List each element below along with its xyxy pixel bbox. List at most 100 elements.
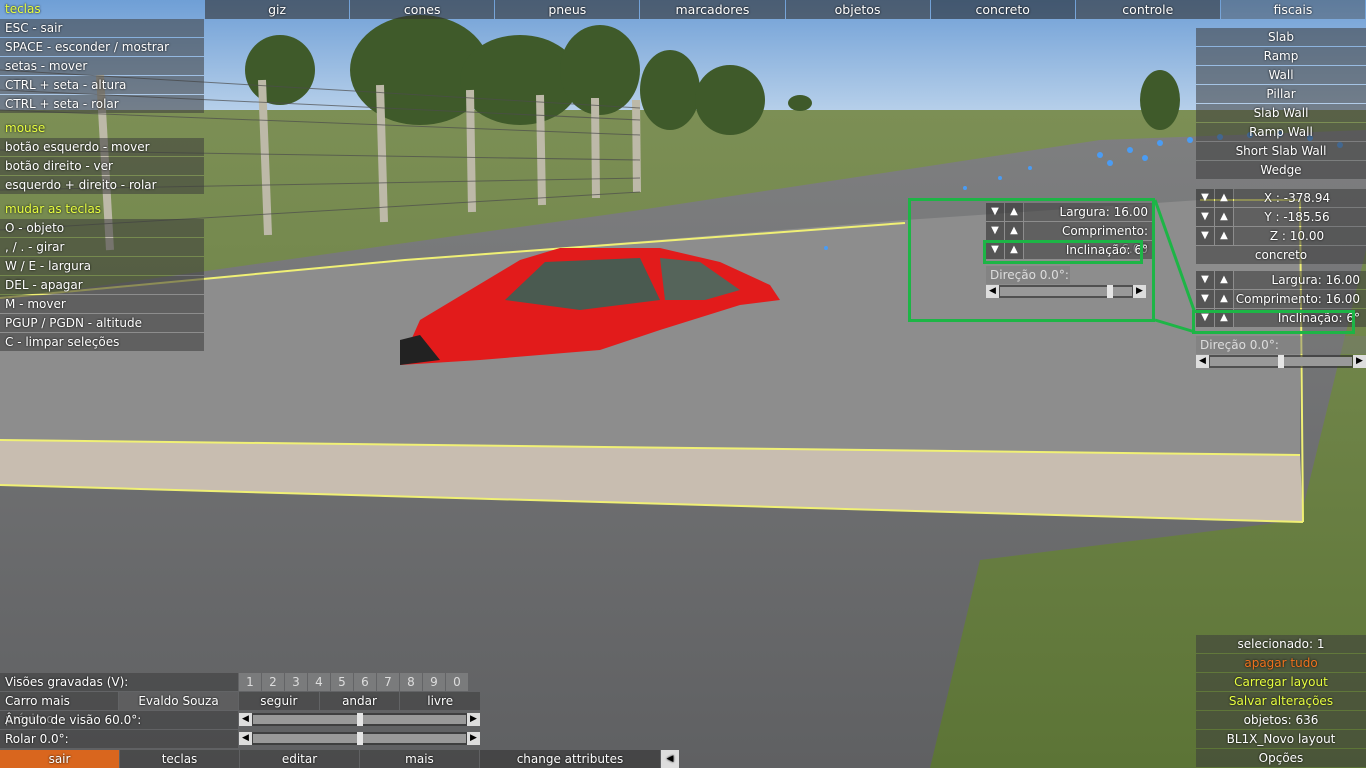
tab-controle[interactable]: controle (1075, 0, 1220, 19)
selected-count: selecionado: 1 (1196, 635, 1366, 653)
direction-label: Direção 0.0°: (1196, 336, 1366, 354)
view-3-button[interactable]: 3 (285, 673, 307, 691)
type-slab-button[interactable]: Slab (1196, 28, 1366, 46)
view-8-button[interactable]: 8 (400, 673, 422, 691)
camera-panel: Visões gravadas (V): 1 2 3 4 5 6 7 8 9 0… (0, 673, 481, 749)
view-9-button[interactable]: 9 (423, 673, 445, 691)
type-wall-button[interactable]: Wall (1196, 66, 1366, 84)
change-hint: M - mover (0, 295, 204, 313)
view-0-button[interactable]: 0 (446, 673, 468, 691)
tab-cones[interactable]: cones (350, 0, 495, 19)
change-hint: C - limpar seleções (0, 333, 204, 351)
tab-objetos[interactable]: objetos (785, 0, 930, 19)
mouse-hint: botão esquerdo - mover (0, 138, 204, 156)
length-down-arrow[interactable]: ▼ (1196, 290, 1214, 308)
save-changes-button[interactable]: Salvar alterações (1196, 692, 1366, 710)
view-7-button[interactable]: 7 (377, 673, 399, 691)
delete-all-button[interactable]: apagar tudo (1196, 654, 1366, 672)
view-angle-label: Ângulo de visão 60.0°: (0, 711, 238, 729)
walk-button[interactable]: andar (319, 692, 400, 710)
type-short-slab-wall-button[interactable]: Short Slab Wall (1196, 142, 1366, 160)
highlight-incline-row (1192, 310, 1355, 334)
mouse-title: mouse (5, 121, 46, 135)
key-hint: SPACE - esconder / mostrar (0, 38, 204, 56)
roll-left-arrow[interactable]: ◀ (239, 732, 252, 745)
tab-marcadores[interactable]: marcadores (640, 0, 785, 19)
layout-panel: selecionado: 1 apagar tudo Carregar layo… (1196, 635, 1366, 768)
keys-button[interactable]: teclas (120, 750, 239, 768)
highlight-incline-inset (983, 240, 1143, 264)
type-ramp-wall-button[interactable]: Ramp Wall (1196, 123, 1366, 141)
slider-right-arrow[interactable]: ▶ (1353, 355, 1366, 368)
x-up-arrow[interactable]: ▲ (1215, 189, 1233, 207)
keys-panel: teclas ESC - sair SPACE - esconder / mos… (0, 0, 204, 352)
more-button[interactable]: mais (360, 750, 479, 768)
roll-right-arrow[interactable]: ▶ (467, 732, 480, 745)
key-hint: setas - mover (0, 57, 204, 75)
load-layout-button[interactable]: Carregar layout (1196, 673, 1366, 691)
exit-button[interactable]: sair (0, 750, 119, 768)
view-angle-left-arrow[interactable]: ◀ (239, 713, 252, 726)
change-hint: O - objeto (0, 219, 204, 237)
driver-name[interactable]: Evaldo Souza (119, 692, 238, 710)
edit-button[interactable]: editar (240, 750, 359, 768)
keys-title: teclas (5, 2, 41, 16)
z-coord: Z : 10.00 (1234, 227, 1366, 245)
z-up-arrow[interactable]: ▲ (1215, 227, 1233, 245)
tab-pneus[interactable]: pneus (495, 0, 640, 19)
slider-left-arrow[interactable]: ◀ (1196, 355, 1209, 368)
y-coord: Y : -185.56 (1234, 208, 1366, 226)
type-pillar-button[interactable]: Pillar (1196, 85, 1366, 103)
view-6-button[interactable]: 6 (354, 673, 376, 691)
width-value: Largura: 16.00 (1234, 271, 1366, 289)
change-hint: W / E - largura (0, 257, 204, 275)
y-down-arrow[interactable]: ▼ (1196, 208, 1214, 226)
view-angle-right-arrow[interactable]: ▶ (467, 713, 480, 726)
layout-name[interactable]: BL1X_Novo layout (1196, 730, 1366, 748)
concrete-type-list: Slab Ramp Wall Pillar Slab Wall Ramp Wal… (1196, 28, 1366, 180)
view-angle-slider[interactable]: ◀ ▶ (239, 713, 480, 726)
options-button[interactable]: Opções (1196, 749, 1366, 767)
nearest-car-label: Carro mais próximo: (0, 692, 118, 726)
key-hint: ESC - sair (0, 19, 204, 37)
z-down-arrow[interactable]: ▼ (1196, 227, 1214, 245)
roll-slider[interactable]: ◀ ▶ (239, 732, 480, 745)
length-up-arrow[interactable]: ▲ (1215, 290, 1233, 308)
x-coord: X : -378.94 (1234, 189, 1366, 207)
saved-views-label: Visões gravadas (V): (0, 673, 238, 691)
material-label[interactable]: concreto (1196, 246, 1366, 264)
tab-giz[interactable]: giz (205, 0, 350, 19)
width-up-arrow[interactable]: ▲ (1215, 271, 1233, 289)
game-scene[interactable] (0, 0, 1366, 768)
roll-thumb[interactable] (356, 732, 363, 745)
mouse-hint: botão direito - ver (0, 157, 204, 175)
view-4-button[interactable]: 4 (308, 673, 330, 691)
y-up-arrow[interactable]: ▲ (1215, 208, 1233, 226)
top-tab-bar: giz cones pneus marcadores objetos concr… (205, 0, 1366, 19)
tab-concreto[interactable]: concreto (930, 0, 1075, 19)
free-button[interactable]: livre (400, 692, 481, 710)
view-1-button[interactable]: 1 (239, 673, 261, 691)
x-down-arrow[interactable]: ▼ (1196, 189, 1214, 207)
change-attributes-button[interactable]: change attributes (480, 750, 660, 768)
change-hint: DEL - apagar (0, 276, 204, 294)
tab-fiscais[interactable]: fiscais (1220, 0, 1365, 19)
key-hint: CTRL + seta - altura (0, 76, 204, 94)
object-properties-panel: ▼ ▲ X : -378.94 ▼ ▲ Y : -185.56 ▼ ▲ Z : 10.00 … (1196, 189, 1366, 368)
length-value: Comprimento: 16.00 (1234, 290, 1366, 308)
width-down-arrow[interactable]: ▼ (1196, 271, 1214, 289)
type-wedge-button[interactable]: Wedge (1196, 161, 1366, 179)
mouse-hint: esquerdo + direito - rolar (0, 176, 204, 194)
slider-thumb[interactable] (1278, 355, 1284, 368)
follow-button[interactable]: seguir (239, 692, 319, 710)
change-hint: PGUP / PGDN - altitude (0, 314, 204, 332)
direction-slider[interactable]: ◀ ▶ (1196, 355, 1366, 368)
type-ramp-button[interactable]: Ramp (1196, 47, 1366, 65)
bottom-menu-bar: sair teclas editar mais change attribute… (0, 750, 690, 768)
change-keys-title: mudar as teclas (5, 202, 102, 216)
type-slab-wall-button[interactable]: Slab Wall (1196, 104, 1366, 122)
view-2-button[interactable]: 2 (262, 673, 284, 691)
view-angle-thumb[interactable] (356, 713, 363, 726)
view-5-button[interactable]: 5 (331, 673, 353, 691)
left-arrow-icon[interactable]: ◀ (661, 750, 679, 768)
